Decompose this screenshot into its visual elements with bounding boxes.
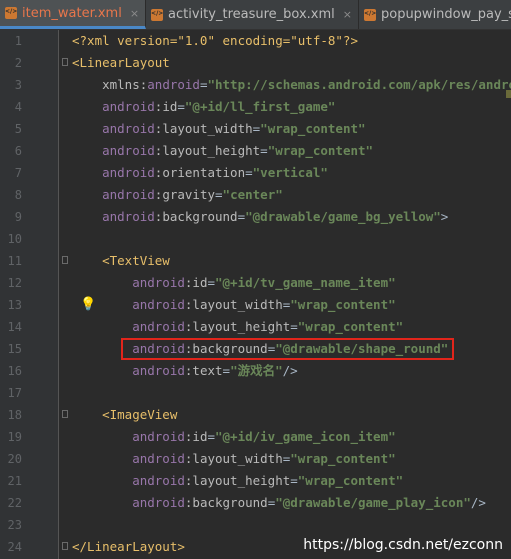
line-number: 16 xyxy=(7,364,22,378)
tab-close-button[interactable]: × xyxy=(343,8,352,21)
tab-close-button[interactable]: × xyxy=(130,7,139,20)
tab-popupwindow-pay-sel[interactable]: popupwindow_pay_sel xyxy=(359,0,511,29)
xml-file-icon xyxy=(4,6,18,20)
code-line-9[interactable]: 9 android:background="@drawable/game_bg_… xyxy=(0,206,511,228)
code-line-23[interactable]: 23 xyxy=(0,514,511,536)
fold-marker-icon[interactable] xyxy=(62,542,68,550)
code-line-10[interactable]: 10 xyxy=(0,228,511,250)
line-number: 9 xyxy=(14,210,22,224)
tab-label: item_water.xml xyxy=(22,5,122,21)
watermark: https://blog.csdn.net/ezconn xyxy=(303,537,503,553)
editor-tab-bar: item_water.xml × activity_treasure_box.x… xyxy=(0,0,511,30)
line-number: 4 xyxy=(14,100,22,114)
code-line-1[interactable]: 1 <?xml version="1.0" encoding="utf-8"?> xyxy=(0,30,511,52)
line-number: 3 xyxy=(14,78,22,92)
tab-label: activity_treasure_box.xml xyxy=(168,7,335,22)
fold-marker-icon[interactable] xyxy=(62,58,68,66)
code-text: xmlns:android="http://schemas.android.co… xyxy=(72,77,511,92)
highlight-annotation-box xyxy=(121,338,454,360)
code-line-11[interactable]: 11 <TextView xyxy=(0,250,511,272)
code-text: android:background="@drawable/game_play_… xyxy=(72,495,486,510)
fold-marker-icon[interactable] xyxy=(62,410,68,418)
code-text: android:orientation="vertical" xyxy=(72,165,328,180)
code-text: android:text="游戏名"/> xyxy=(72,363,298,378)
code-line-16[interactable]: 16 android:text="游戏名"/> xyxy=(0,360,511,382)
line-number: 7 xyxy=(14,166,22,180)
code-line-18[interactable]: 18 <ImageView xyxy=(0,404,511,426)
line-number: 18 xyxy=(7,408,22,422)
line-number: 19 xyxy=(7,430,22,444)
code-text: android:layout_width="wrap_content" xyxy=(72,121,366,136)
code-text: <?xml version="1.0" encoding="utf-8"?> xyxy=(72,33,358,48)
code-text: android:layout_height="wrap_content" xyxy=(72,143,374,158)
line-number: 5 xyxy=(14,122,22,136)
line-number: 1 xyxy=(14,34,22,48)
code-line-8[interactable]: 8 android:gravity="center" xyxy=(0,184,511,206)
scrollbar-marker[interactable] xyxy=(506,90,511,98)
code-text: android:id="@+id/iv_game_icon_item" xyxy=(72,429,396,444)
code-text: android:background="@drawable/game_bg_ye… xyxy=(72,209,449,224)
line-number: 17 xyxy=(7,386,22,400)
line-number: 2 xyxy=(14,56,22,70)
code-line-14[interactable]: 14 android:layout_height="wrap_content" xyxy=(0,316,511,338)
code-line-5[interactable]: 5 android:layout_width="wrap_content" xyxy=(0,118,511,140)
code-line-7[interactable]: 7 android:orientation="vertical" xyxy=(0,162,511,184)
line-number: 8 xyxy=(14,188,22,202)
fold-marker-icon[interactable] xyxy=(62,256,68,264)
line-number: 14 xyxy=(7,320,22,334)
code-line-19[interactable]: 19 android:id="@+id/iv_game_icon_item" xyxy=(0,426,511,448)
code-line-13[interactable]: 13 💡 android:layout_width="wrap_content" xyxy=(0,294,511,316)
code-line-4[interactable]: 4 android:id="@+id/ll_first_game" xyxy=(0,96,511,118)
line-number: 21 xyxy=(7,474,22,488)
code-line-22[interactable]: 22 android:background="@drawable/game_pl… xyxy=(0,492,511,514)
code-text: android:id="@+id/tv_game_name_item" xyxy=(72,275,396,290)
code-line-6[interactable]: 6 android:layout_height="wrap_content" xyxy=(0,140,511,162)
code-text: android:layout_height="wrap_content" xyxy=(72,473,404,488)
line-number: 6 xyxy=(14,144,22,158)
code-text: android:gravity="center" xyxy=(72,187,283,202)
line-number: 11 xyxy=(7,254,22,268)
code-text: android:layout_width="wrap_content" xyxy=(72,451,396,466)
code-line-20[interactable]: 20 android:layout_width="wrap_content" xyxy=(0,448,511,470)
code-line-2[interactable]: 2 <LinearLayout xyxy=(0,52,511,74)
line-number: 20 xyxy=(7,452,22,466)
xml-file-icon xyxy=(150,8,164,22)
line-number: 10 xyxy=(7,232,22,246)
code-line-17[interactable]: 17 xyxy=(0,382,511,404)
code-line-3[interactable]: 3 xmlns:android="http://schemas.android.… xyxy=(0,74,511,96)
tab-activity-treasure-box-xml[interactable]: activity_treasure_box.xml × xyxy=(146,0,359,29)
code-text: android:id="@+id/ll_first_game" xyxy=(72,99,336,114)
code-text: <LinearLayout xyxy=(72,55,170,70)
line-number: 15 xyxy=(7,342,22,356)
xml-file-icon xyxy=(363,8,377,22)
code-line-21[interactable]: 21 android:layout_height="wrap_content" xyxy=(0,470,511,492)
code-text: android:layout_height="wrap_content" xyxy=(72,319,404,334)
code-text: </LinearLayout> xyxy=(72,539,185,554)
line-number: 22 xyxy=(7,496,22,510)
code-line-12[interactable]: 12 android:id="@+id/tv_game_name_item" xyxy=(0,272,511,294)
line-number: 12 xyxy=(7,276,22,290)
code-text: <ImageView xyxy=(72,407,178,422)
tab-label: popupwindow_pay_sel xyxy=(380,7,511,22)
code-text: <TextView xyxy=(72,253,170,268)
code-text: android:layout_width="wrap_content" xyxy=(72,297,396,312)
tab-item-water-xml[interactable]: item_water.xml × xyxy=(0,0,147,29)
line-number: 13 xyxy=(7,298,22,312)
line-number: 23 xyxy=(7,518,22,532)
line-number: 24 xyxy=(7,540,22,554)
code-editor[interactable]: 1 <?xml version="1.0" encoding="utf-8"?> 2… xyxy=(0,30,511,559)
